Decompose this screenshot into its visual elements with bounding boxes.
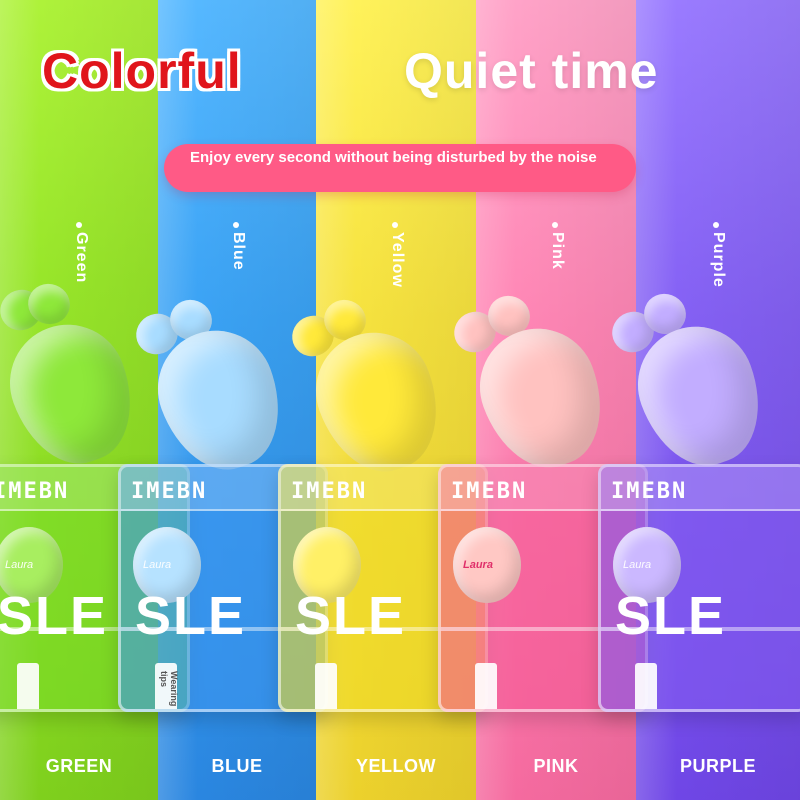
brand-logo: IMEBN [291, 479, 368, 504]
case-model-text: SLE [615, 586, 727, 646]
case-edge [601, 627, 800, 631]
case-model-text: SLE [135, 586, 247, 646]
brand-logo: IMEBN [131, 479, 208, 504]
color-name-pink: Pink [549, 232, 566, 270]
label-purple: PURPLE [679, 756, 756, 776]
bullet-icon [233, 222, 239, 228]
tips-card [17, 663, 39, 709]
case-name-text: Laura [5, 559, 34, 571]
headline-colorful: Colorful [42, 43, 242, 99]
case-model-text: SLE [0, 586, 109, 646]
bullet-icon [552, 222, 558, 228]
tips-text: Wearing tips [159, 671, 179, 707]
label-blue: BLUE [211, 756, 263, 776]
case-name-text: Laura [623, 559, 652, 571]
brand-logo: IMEBN [611, 479, 688, 504]
tagline-text: Enjoy every second without being disturb… [190, 149, 597, 166]
tips-card [635, 663, 657, 709]
color-name-purple: Purple [710, 232, 727, 288]
bullet-icon [392, 222, 398, 228]
tips-card [315, 663, 337, 709]
color-name-blue: Blue [230, 232, 247, 271]
color-name-green: Green [73, 232, 90, 284]
case-model-text: SLE [295, 586, 407, 646]
label-pink: PINK [533, 756, 579, 776]
product-banner: Colorful Quiet time Enjoy every second w… [0, 0, 800, 800]
tagline-banner: Enjoy every second without being disturb… [164, 144, 636, 192]
label-yellow: YELLOW [356, 756, 436, 776]
brand-logo: IMEBN [0, 479, 70, 504]
color-name-yellow: Yellow [389, 232, 406, 288]
case-name-text: Laura [463, 559, 493, 571]
bullet-icon [76, 222, 82, 228]
headline-quiet-time: Quiet time [404, 43, 659, 99]
tips-card [475, 663, 497, 709]
bullet-icon [713, 222, 719, 228]
brand-logo: IMEBN [451, 479, 528, 504]
label-green: GREEN [45, 756, 113, 776]
case-name-text: Laura [143, 559, 172, 571]
case-purple: IMEBN Laura SLE [598, 464, 800, 712]
